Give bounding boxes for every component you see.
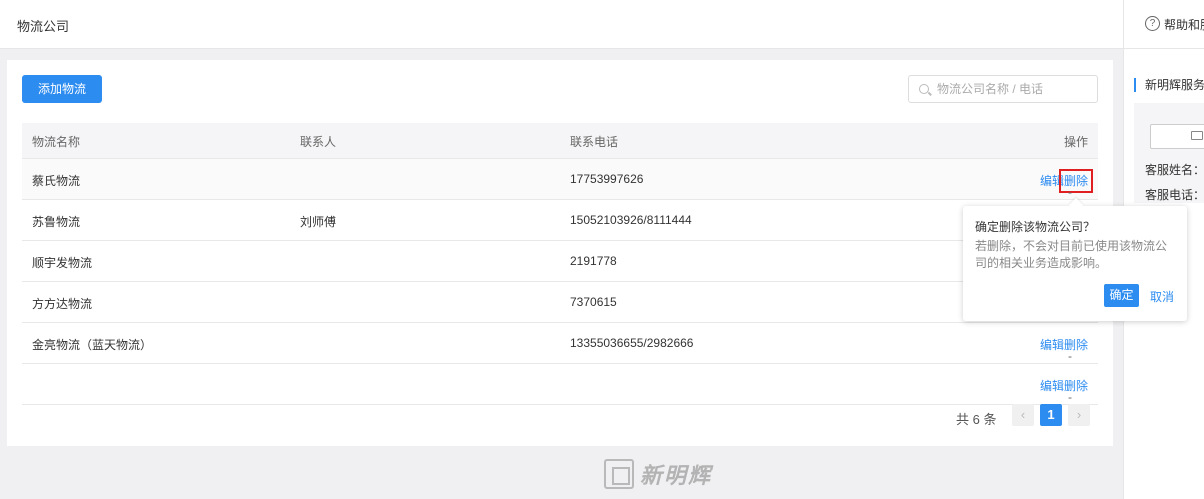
help-bar: ? 帮助和服务	[1124, 0, 1204, 49]
table-row: 方方达物流 7370615 编辑-删除	[22, 282, 1098, 323]
service-section-title: 新明辉服务	[1134, 78, 1204, 92]
delete-popconfirm: 确定删除该物流公司？ 若删除，不会对目前已使用该物流公司的相关业务造成影响。 确…	[963, 206, 1187, 321]
cell-name: 顺宇发物流	[32, 256, 93, 270]
logistics-table: 物流名称 联系人 联系电话 操作 蔡氏物流 17753997626 编辑 - 删除 …	[22, 123, 1098, 405]
action-separator: -	[1067, 185, 1072, 199]
header-phone: 联系电话	[570, 135, 619, 149]
help-link[interactable]: 帮助和服务	[1164, 16, 1204, 33]
row-actions: 编辑-删除	[1040, 336, 1088, 363]
cell-name: 蔡氏物流	[32, 174, 81, 188]
search-icon	[919, 84, 929, 94]
table-row: 顺宇发物流 2191778 编辑-删除	[22, 241, 1098, 282]
page-header: 物流公司	[0, 0, 1123, 49]
search-input[interactable]	[937, 76, 1092, 102]
logistics-card: 添加物流 物流名称 联系人 联系电话 操作 蔡氏物流 17753997626 编…	[7, 60, 1113, 446]
action-separator: -	[1067, 390, 1072, 404]
table-row: 金亮物流（蓝天物流） 13355036655/2982666 编辑 - 删除	[22, 323, 1098, 364]
edit-link[interactable]: 编辑	[1040, 338, 1064, 352]
search-box[interactable]	[908, 75, 1098, 103]
cancel-button[interactable]: 取消	[1150, 288, 1174, 305]
help-icon[interactable]: ?	[1145, 16, 1160, 31]
watermark-text: 新明辉	[640, 463, 713, 489]
edit-link[interactable]: 编辑	[1040, 379, 1064, 393]
cell-phone: 17753997626	[570, 172, 644, 186]
header-contact: 联系人	[300, 135, 337, 149]
chat-button[interactable]	[1150, 124, 1204, 149]
agent-name-label: 客服姓名：	[1145, 163, 1204, 177]
agent-phone-label: 客服电话：	[1145, 188, 1204, 202]
table-row: 苏鲁物流 刘师傅 15052103926/8111444 编辑-删除	[22, 200, 1098, 241]
cell-name: 方方达物流	[32, 297, 93, 311]
prev-page-button[interactable]: ‹	[1012, 404, 1034, 426]
cell-phone: 7370615	[570, 295, 617, 309]
edit-link[interactable]: 编辑	[1040, 174, 1064, 188]
confirm-button[interactable]: 确定	[1104, 284, 1139, 307]
popconfirm-title: 确定删除该物流公司？	[975, 220, 1096, 234]
cell-phone: 15052103926/8111444	[570, 213, 692, 227]
pagination-total: 共 6 条	[956, 412, 997, 427]
table-row: 编辑 - 删除	[22, 364, 1098, 405]
row-actions: 编辑-删除	[1040, 377, 1088, 404]
cell-phone: 13355036655/2982666	[570, 336, 694, 350]
cell-name: 金亮物流（蓝天物流）	[32, 338, 153, 352]
header-ops: 操作	[1063, 135, 1088, 149]
add-logistics-button[interactable]: 添加物流	[22, 75, 102, 103]
cell-contact: 刘师傅	[300, 215, 337, 229]
header-name: 物流名称	[32, 135, 81, 149]
next-page-button[interactable]: ›	[1068, 404, 1090, 426]
action-separator: -	[1067, 349, 1072, 363]
watermark: 新明辉	[604, 456, 712, 492]
popconfirm-description: 若删除，不会对目前已使用该物流公司的相关业务造成影响。	[975, 239, 1168, 270]
cell-phone: 2191778	[570, 254, 617, 268]
table-header: 物流名称 联系人 联系电话 操作	[22, 123, 1098, 159]
table-row: 蔡氏物流 17753997626 编辑 - 删除	[22, 159, 1098, 200]
cell-name: 苏鲁物流	[32, 215, 81, 229]
page-title: 物流公司	[17, 19, 70, 34]
pagination: 共 6 条 ‹ 1 ›	[7, 404, 1113, 428]
row-actions: 编辑-删除	[1040, 169, 1094, 199]
chat-icon	[1191, 131, 1203, 140]
page-1-button[interactable]: 1	[1040, 404, 1062, 426]
seal-logo-icon	[604, 459, 634, 489]
